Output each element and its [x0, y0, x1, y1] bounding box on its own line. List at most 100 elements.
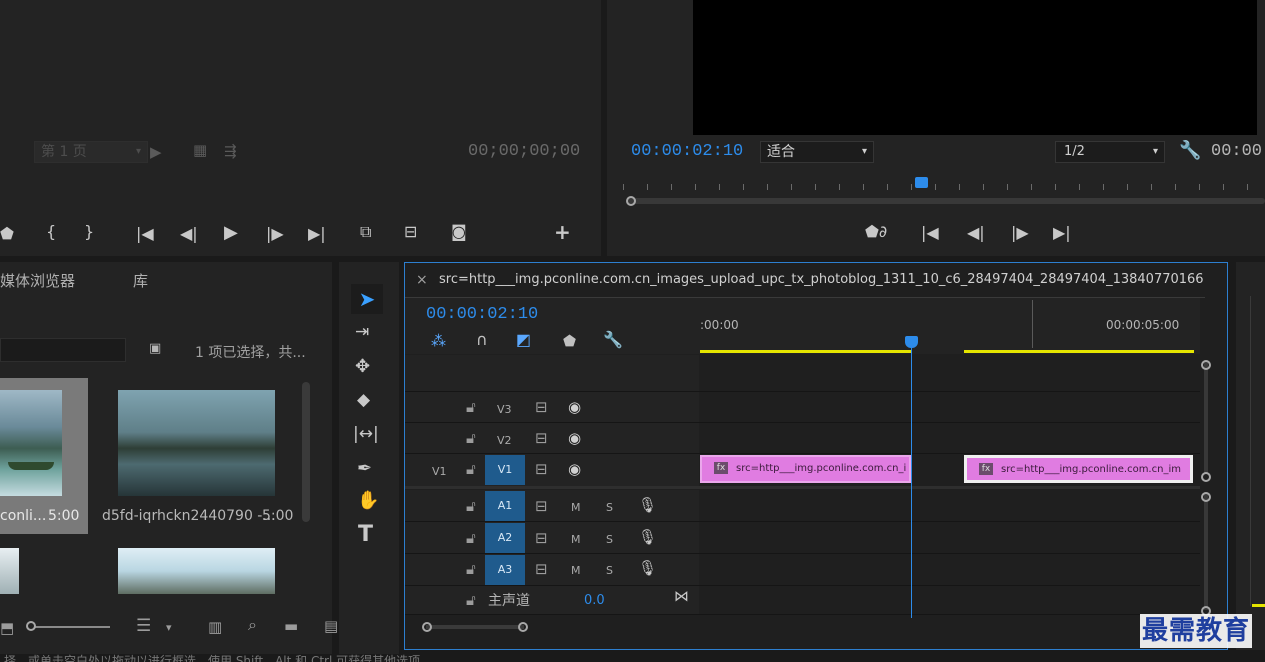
wrench-icon[interactable]: 🔧	[603, 332, 623, 348]
lock-icon[interactable]: 🔓︎	[466, 399, 476, 415]
play-small-icon[interactable]: ▶	[150, 144, 162, 160]
nest-icon[interactable]: ⁂	[431, 333, 446, 349]
folder-icon[interactable]: ▬	[284, 618, 298, 634]
master-volume-value[interactable]: 0.0	[584, 593, 605, 608]
lock-icon[interactable]: 🔓︎	[466, 561, 476, 577]
page-select[interactable]: 第 1 页 ▾	[34, 141, 148, 163]
razor-icon[interactable]: ◆	[357, 390, 370, 410]
type-icon[interactable]: T	[358, 522, 373, 547]
mute-button[interactable]: M	[571, 564, 581, 577]
search-filter-icon[interactable]: ▣	[149, 341, 161, 356]
audio-vscroll-track[interactable]	[1204, 494, 1208, 610]
fast-forward-icon[interactable]: ⇶	[224, 143, 237, 159]
program-playhead[interactable]	[915, 177, 928, 188]
bowtie-icon[interactable]: ⋈	[674, 588, 689, 604]
sync-lock-icon[interactable]: ⊟	[535, 399, 548, 415]
video-vscroll-track[interactable]	[1204, 362, 1208, 474]
sync-lock-icon[interactable]: ⊟	[535, 498, 548, 514]
pen-icon[interactable]: ✒	[357, 458, 372, 479]
video-vscroll-handle[interactable]	[1201, 472, 1211, 482]
hscroll-handle-right[interactable]	[518, 622, 528, 632]
audio-vscroll-handle[interactable]	[1201, 492, 1211, 502]
sort-icon[interactable]: ☰	[136, 618, 151, 635]
list-item[interactable]: conli... 5:00	[0, 378, 88, 534]
play-icon[interactable]: ▶	[224, 222, 238, 243]
find-icon[interactable]: ⌕	[248, 617, 257, 633]
step-forward-icon[interactable]: |▶	[1011, 223, 1029, 242]
sequence-tab-title[interactable]: src=http___img.pconline.com.cn_images_up…	[439, 272, 1204, 287]
slip-icon[interactable]: |↔|	[353, 424, 379, 444]
close-tab-icon[interactable]: ×	[416, 272, 428, 288]
lift-icon[interactable]: ⬟∂	[865, 222, 887, 241]
zoom-slider-track[interactable]	[34, 626, 110, 628]
eye-icon[interactable]: ◉	[568, 461, 581, 477]
film-icon[interactable]: ▦	[193, 142, 207, 158]
video-vscroll-handle[interactable]	[1201, 360, 1211, 370]
step-forward-icon[interactable]: |▶	[266, 224, 284, 243]
source-track-v1[interactable]: V1	[432, 465, 447, 478]
lock-icon[interactable]: 🔓︎	[466, 461, 476, 477]
step-back-icon[interactable]: ◀|	[967, 223, 985, 242]
lock-icon[interactable]: 🔓︎	[466, 430, 476, 446]
eye-icon[interactable]: ◉	[568, 430, 581, 446]
mute-button[interactable]: M	[571, 533, 581, 546]
microphone-icon[interactable]: 🎙︎	[638, 560, 657, 576]
sync-lock-icon[interactable]: ⊟	[535, 430, 548, 446]
sync-lock-icon[interactable]: ⊟	[535, 561, 548, 577]
go-to-in-icon[interactable]: |◀	[921, 223, 939, 242]
linked-selection-icon[interactable]: ◩	[516, 332, 531, 348]
sync-lock-icon[interactable]: ⊟	[535, 461, 548, 477]
camera-icon[interactable]: ◙	[451, 222, 467, 241]
track-target-v1[interactable]: V1	[485, 455, 525, 485]
hscroll-handle-left[interactable]	[422, 622, 432, 632]
fit-select[interactable]: 适合 ▾	[760, 141, 874, 163]
program-scrollbar-track[interactable]	[627, 198, 1265, 204]
zoom-slider-handle[interactable]	[26, 621, 36, 631]
project-scrollbar[interactable]	[302, 382, 310, 522]
tab-library[interactable]: 库	[133, 270, 148, 291]
go-to-out-icon[interactable]: ▶|	[1053, 223, 1071, 242]
lock-icon[interactable]: 🔓︎	[466, 592, 476, 608]
timeline-hscroll-track[interactable]	[426, 625, 524, 629]
selection-tool[interactable]: ➤	[351, 284, 383, 314]
track-area[interactable]	[699, 355, 1200, 615]
insert-icon[interactable]: ⧉	[360, 222, 371, 242]
hand-icon[interactable]: ✋	[357, 490, 379, 511]
lock-icon[interactable]: ⬒	[0, 620, 14, 636]
track-target-a3[interactable]: A3	[485, 555, 525, 585]
solo-button[interactable]: S	[606, 564, 613, 577]
microphone-icon[interactable]: 🎙︎	[638, 529, 657, 545]
go-to-in-icon[interactable]: |◀	[136, 224, 154, 243]
snap-magnet-icon[interactable]: ∩	[476, 332, 488, 348]
program-timecode[interactable]: 00:00:02:10	[631, 142, 743, 161]
program-scroll-handle[interactable]	[626, 196, 636, 206]
sync-lock-icon[interactable]: ⊟	[535, 530, 548, 546]
resolution-select[interactable]: 1/2 ▾	[1055, 141, 1165, 163]
list-item[interactable]: d5fd-iqrhckn2440790 -... 5:00	[92, 378, 296, 534]
add-button-icon[interactable]: +	[554, 220, 571, 244]
eye-icon[interactable]: ◉	[568, 399, 581, 415]
track-target-a1[interactable]: A1	[485, 491, 525, 521]
track-select-icon[interactable]: ⇥	[355, 322, 369, 342]
go-to-out-icon[interactable]: ▶|	[308, 224, 326, 243]
automate-icon[interactable]: ▥	[208, 619, 222, 635]
timeline-playhead[interactable]	[905, 336, 918, 348]
new-item-icon[interactable]: ▤	[324, 618, 338, 634]
mute-button[interactable]: M	[571, 501, 581, 514]
program-ruler[interactable]	[623, 178, 1265, 190]
solo-button[interactable]: S	[606, 533, 613, 546]
wrench-icon[interactable]: 🔧	[1179, 140, 1201, 161]
mark-in-icon[interactable]: {	[46, 222, 56, 241]
mark-out-icon[interactable]: }	[84, 222, 94, 241]
video-clip[interactable]: fx src=http___img.pconline.com.cn_i	[700, 455, 911, 483]
microphone-icon[interactable]: 🎙︎	[638, 497, 657, 513]
add-marker-icon[interactable]: ⬟	[563, 333, 576, 349]
timeline-timecode[interactable]: 00:00:02:10	[426, 305, 538, 324]
overwrite-icon[interactable]: ⊟	[404, 222, 417, 241]
chevron-down-icon[interactable]: ▾	[166, 620, 172, 636]
lock-icon[interactable]: 🔓︎	[466, 498, 476, 514]
video-clip[interactable]: fx src=http___img.pconline.com.cn_im	[964, 455, 1193, 483]
step-back-icon[interactable]: ◀|	[180, 224, 198, 243]
lock-icon[interactable]: 🔓︎	[466, 530, 476, 546]
work-area-bar[interactable]	[964, 350, 1194, 353]
